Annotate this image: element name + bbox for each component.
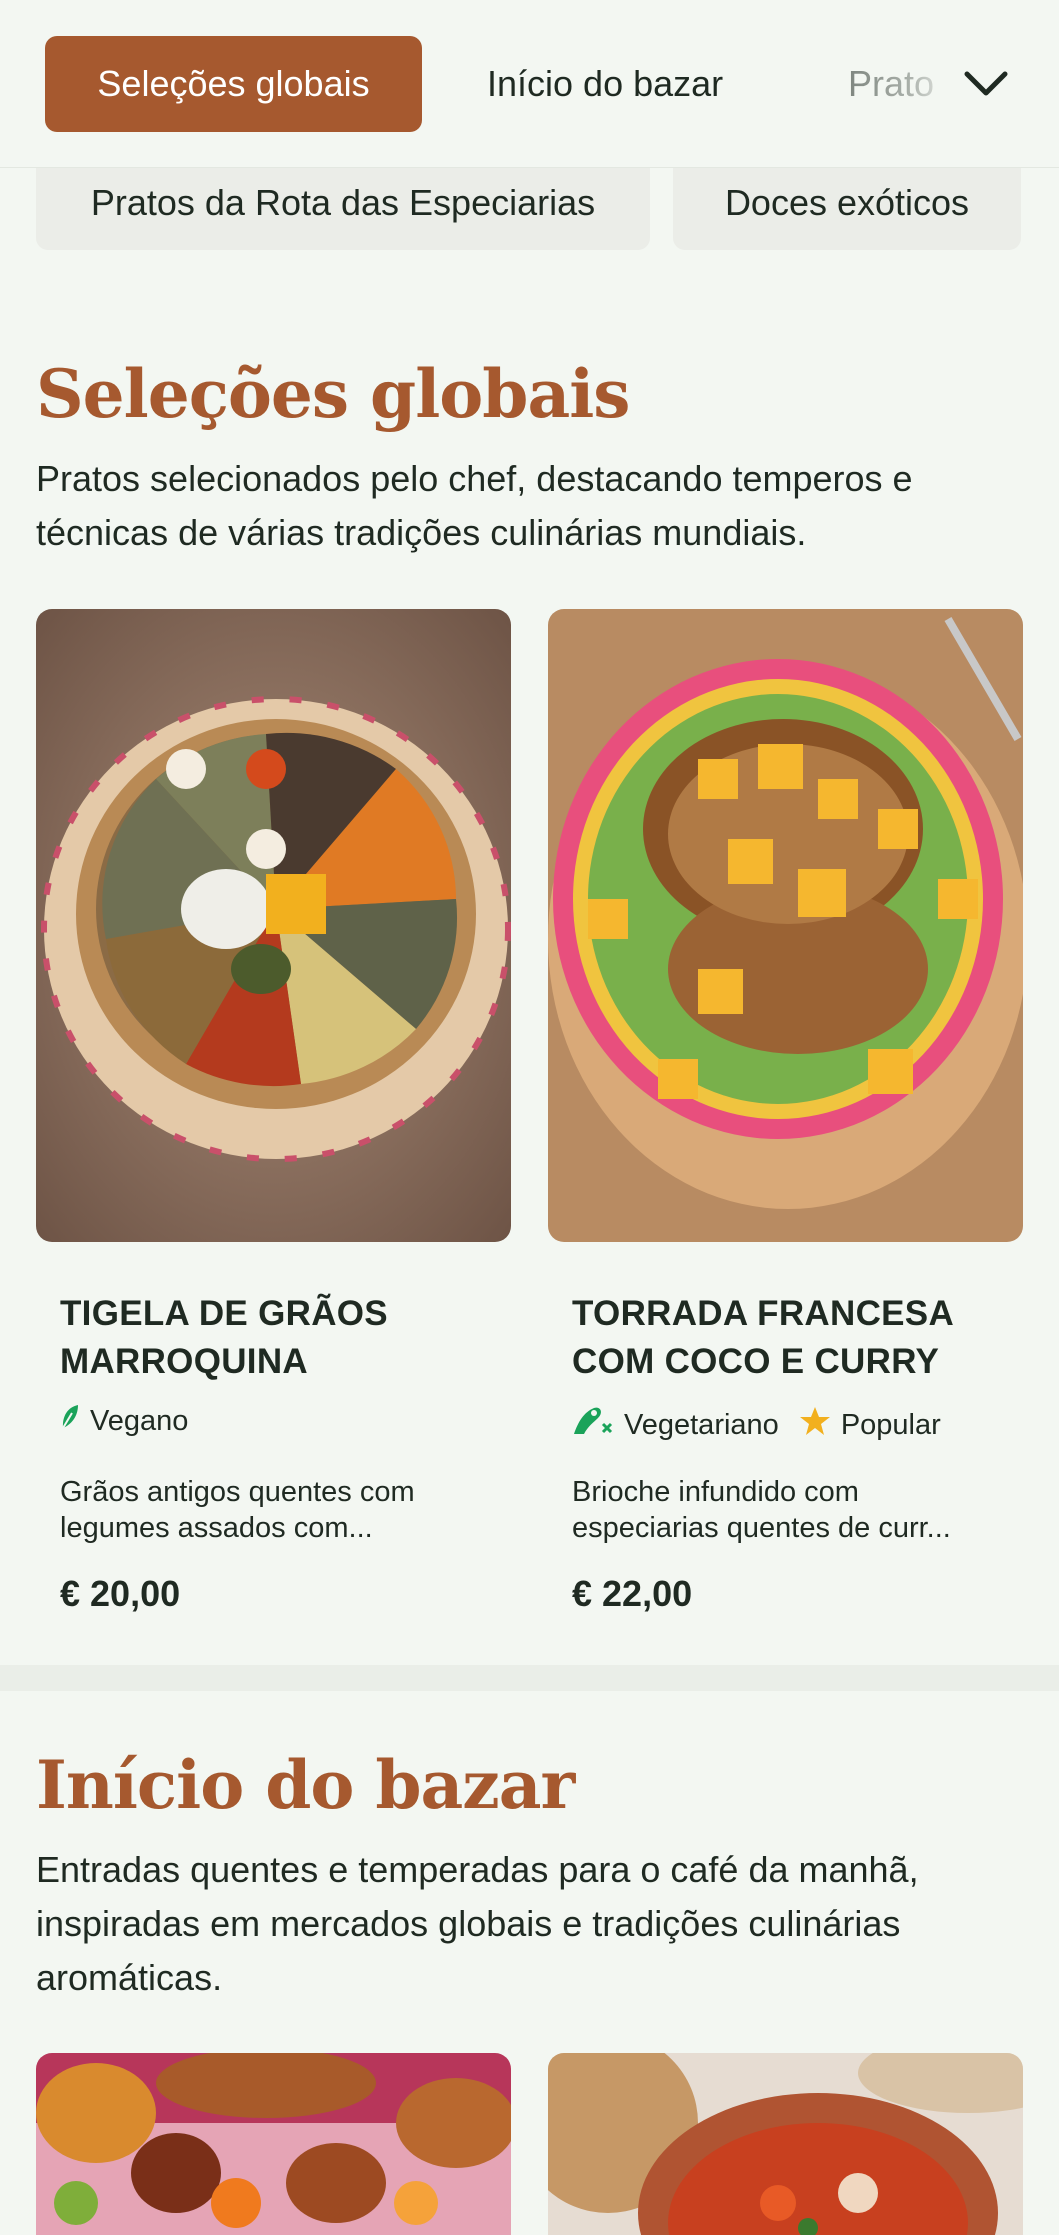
dish-price: € 22,00	[572, 1573, 693, 1614]
dish-image-grain-bowl[interactable]	[36, 609, 511, 1242]
dish-image-french-toast[interactable]	[548, 609, 1023, 1242]
vegetarian-icon	[572, 1404, 614, 1446]
dish-description-line: Brioche infundido com	[572, 1476, 859, 1508]
chevron-down-icon[interactable]	[962, 60, 1010, 108]
section-title: Início do bazar	[36, 1746, 575, 1824]
tag-label: Vegano	[90, 1404, 189, 1437]
dish-description-line: legumes assados com...	[60, 1512, 373, 1544]
tag-popular: Popular	[799, 1406, 941, 1444]
dish-title[interactable]: TIGELA DE GRÃOS MARROQUINA	[60, 1290, 490, 1386]
star-icon	[799, 1406, 831, 1444]
tag-label: Vegetariano	[624, 1408, 779, 1441]
leaf-icon	[60, 1404, 80, 1438]
dish-title[interactable]: TORRADA FRANCESA COM COCO E CURRY	[572, 1290, 1002, 1386]
category-nav: Seleções globais Início do bazar Prato	[0, 0, 1059, 168]
dish-image-market-spread[interactable]	[36, 2053, 511, 2235]
section-title: Seleções globais	[36, 355, 630, 433]
dish-image-shakshuka[interactable]	[548, 2053, 1023, 2235]
dish-tags: Vegano	[60, 1404, 202, 1438]
section-divider	[0, 1665, 1059, 1691]
dish-description: Brioche infundido com especiarias quente…	[572, 1474, 1012, 1546]
tab-global-selections[interactable]: Seleções globais	[45, 36, 422, 132]
tab-bazaar-start[interactable]: Início do bazar	[487, 36, 723, 132]
dish-description-line: especiarias quentes de curr...	[572, 1512, 951, 1544]
dish-description: Grãos antigos quentes com legumes assado…	[60, 1474, 500, 1546]
tag-vegan: Vegano	[60, 1404, 188, 1438]
section-description: Entradas quentes e temperadas para o caf…	[36, 1849, 919, 1998]
tag-label: Popular	[840, 1408, 941, 1441]
dish-description-line: Grãos antigos quentes com	[60, 1476, 415, 1508]
dish-tags: Vegetariano Popular	[572, 1404, 955, 1446]
dish-price: € 20,00	[60, 1573, 181, 1614]
tag-vegetarian: Vegetariano	[572, 1404, 779, 1446]
section-description: Pratos selecionados pelo chef, destacand…	[36, 458, 913, 553]
tab-dishes-partial[interactable]: Prato	[848, 36, 958, 132]
